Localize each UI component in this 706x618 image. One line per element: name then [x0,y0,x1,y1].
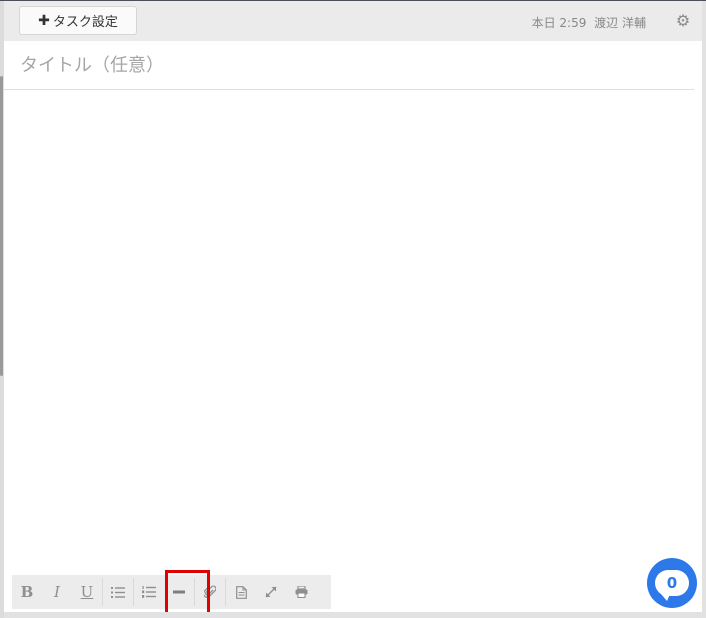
chat-button[interactable]: 0 [647,558,697,608]
expand-button[interactable] [256,575,286,609]
numbered-list-button[interactable] [134,575,164,609]
attachment-button[interactable] [195,575,225,609]
note-meta: 本日 2:59 渡辺 洋輔 [532,14,646,31]
attachment-icon [204,585,216,598]
bulleted-list-icon [111,586,125,598]
editor-body[interactable] [4,91,702,571]
gear-icon[interactable]: ⚙ [676,11,690,30]
document-button[interactable] [226,575,256,609]
editor-header: ✚ タスク設定 本日 2:59 渡辺 洋輔 ⚙ [4,1,702,41]
format-toolbar: B I U [12,575,331,609]
bottom-strip [4,612,706,618]
right-edge [702,1,706,618]
plus-icon: ✚ [38,12,50,29]
document-icon [235,585,247,599]
note-author: 渡辺 洋輔 [594,16,646,30]
print-button[interactable] [286,575,316,609]
italic-icon: I [54,583,60,601]
print-icon [295,586,307,598]
chat-bubble-icon: 0 [655,570,689,601]
task-settings-button[interactable]: ✚ タスク設定 [19,6,137,35]
title-input[interactable] [4,41,694,90]
horizontal-rule-button[interactable] [164,575,194,609]
bulleted-list-button[interactable] [103,575,133,609]
chat-count: 0 [666,574,678,592]
bold-button[interactable]: B [12,575,42,609]
expand-icon [265,586,277,598]
horizontal-rule-icon [173,590,185,594]
underline-icon: U [80,583,94,601]
note-timestamp: 本日 2:59 [531,16,587,30]
left-scrollbar-thumb[interactable] [0,76,3,376]
underline-button[interactable]: U [72,575,102,609]
editor-panel: B I U [4,41,702,615]
numbered-list-icon [142,586,156,598]
bold-icon: B [20,583,34,601]
task-settings-label: タスク設定 [52,15,118,30]
italic-button[interactable]: I [42,575,72,609]
